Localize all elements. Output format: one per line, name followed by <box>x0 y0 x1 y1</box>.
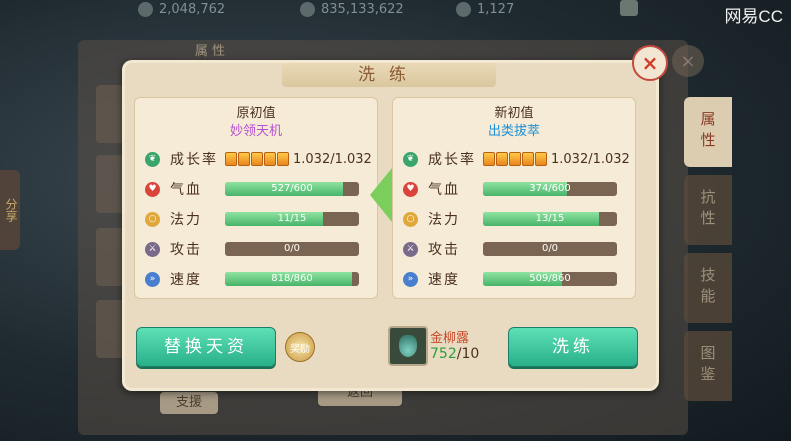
brand-watermark: 网易CC <box>724 7 783 26</box>
reward-coin-label: 奖励 <box>290 343 310 355</box>
original-talent: 妙领天机 <box>229 124 282 139</box>
new-values-panel: 新初值 出类拔萃 ❦ 成长率 1.032/1.032 ♥ 气血 374/600 … <box>392 97 636 299</box>
currency-jade-value: 1,127 <box>477 1 515 17</box>
tab-skills[interactable]: 技能 <box>684 253 732 323</box>
bag-icon[interactable] <box>620 0 638 16</box>
growth-label: 成长率 <box>170 152 218 168</box>
background-close-button[interactable]: × <box>672 45 704 77</box>
stat-bar: 13/15 <box>483 212 617 226</box>
original-stat-hp: ♥ 气血 527/600 <box>145 178 359 200</box>
tab-attributes[interactable]: 属性 <box>684 97 732 167</box>
stat-bar: 527/600 <box>225 182 359 196</box>
stat-label: 速度 <box>428 272 460 288</box>
gold-icon <box>300 1 315 17</box>
tab-collection-label: 图鉴 <box>698 345 717 387</box>
support-button[interactable]: 支援 <box>160 392 218 414</box>
stat-label: 气血 <box>428 182 460 198</box>
stat-bar-text: 0/0 <box>283 243 301 254</box>
stat-bar: 509/860 <box>483 272 617 286</box>
jade-icon <box>456 1 471 17</box>
original-stat-attack: ⚔ 攻击 0/0 <box>145 238 359 260</box>
sword-icon: ⚔ <box>403 241 418 257</box>
mana-icon: ○ <box>403 211 418 227</box>
stat-bar-text: 0/0 <box>541 243 559 254</box>
currency-jade: 1,127 <box>456 0 514 18</box>
stat-bar-text: 374/600 <box>529 183 571 194</box>
new-stat-speed: » 速度 509/860 <box>403 268 617 290</box>
dialog-title: 洗练 <box>282 63 496 87</box>
growth-icon: ❦ <box>145 151 160 167</box>
replace-talent-button[interactable]: 替换天资 <box>136 327 276 367</box>
stat-label: 速度 <box>170 272 202 288</box>
original-growth-value: 1.032/1.032 <box>293 151 372 167</box>
new-growth-value: 1.032/1.032 <box>551 151 630 167</box>
stat-bar-text: 11/15 <box>277 213 307 224</box>
growth-label: 成长率 <box>428 152 476 168</box>
item-count: 752/10 <box>430 346 479 362</box>
speed-icon: » <box>145 271 160 287</box>
stat-bar: 818/860 <box>225 272 359 286</box>
stat-label: 攻击 <box>170 242 202 258</box>
new-stat-hp: ♥ 气血 374/600 <box>403 178 617 200</box>
mana-icon: ○ <box>145 211 160 227</box>
stat-bar-text: 818/860 <box>271 273 313 284</box>
currency-silver-value: 2,048,762 <box>159 1 226 17</box>
arrow-left-icon <box>370 168 392 222</box>
new-panel-title: 新初值 <box>494 106 534 121</box>
reward-coin-icon[interactable]: 奖励 <box>285 332 315 362</box>
currency-silver: 2,048,762 <box>138 0 225 18</box>
item-count-required: /10 <box>456 346 480 362</box>
original-stat-mp: ○ 法力 11/15 <box>145 208 359 230</box>
close-button[interactable]: × <box>632 45 668 81</box>
stat-bar-text: 527/600 <box>271 183 313 194</box>
close-icon: × <box>680 50 696 72</box>
stat-bar: 0/0 <box>483 242 617 256</box>
growth-icon: ❦ <box>403 151 418 167</box>
refine-button[interactable]: 洗练 <box>508 327 638 367</box>
tab-resistance-label: 抗性 <box>698 189 717 231</box>
stat-label: 法力 <box>428 212 460 228</box>
stat-bar: 0/0 <box>225 242 359 256</box>
item-count-owned: 752 <box>430 346 457 362</box>
share-tab[interactable]: 分享 <box>0 170 20 250</box>
currency-bar: 2,048,762 835,133,622 1,127 <box>0 0 791 18</box>
original-panel-title: 原初值 <box>236 106 276 121</box>
sword-icon: ⚔ <box>145 241 160 257</box>
stat-bar: 11/15 <box>225 212 359 226</box>
tab-skills-label: 技能 <box>698 267 717 309</box>
original-growth-row: ❦ 成长率 1.032/1.032 <box>145 148 372 170</box>
background-title: 属 性 <box>194 44 226 59</box>
heart-icon: ♥ <box>145 181 160 197</box>
speed-icon: » <box>403 271 418 287</box>
original-values-panel: 原初值 妙领天机 ❦ 成长率 1.032/1.032 ♥ 气血 527/600 … <box>134 97 378 299</box>
new-stat-mp: ○ 法力 13/15 <box>403 208 617 230</box>
heart-icon: ♥ <box>403 181 418 197</box>
item-slot[interactable] <box>388 326 428 366</box>
new-talent: 出类拔萃 <box>487 124 540 139</box>
tab-attributes-label: 属性 <box>698 111 717 153</box>
tab-collection[interactable]: 图鉴 <box>684 331 732 401</box>
stat-bar: 374/600 <box>483 182 617 196</box>
stat-label: 攻击 <box>428 242 460 258</box>
vase-icon <box>399 335 417 357</box>
close-icon: × <box>641 51 659 75</box>
tab-resistance[interactable]: 抗性 <box>684 175 732 245</box>
growth-pips <box>483 152 547 166</box>
silver-coin-icon <box>138 1 153 17</box>
stat-label: 法力 <box>170 212 202 228</box>
item-name: 金柳露 <box>430 331 470 346</box>
new-growth-row: ❦ 成长率 1.032/1.032 <box>403 148 630 170</box>
new-stat-attack: ⚔ 攻击 0/0 <box>403 238 617 260</box>
stat-label: 气血 <box>170 182 202 198</box>
growth-pips <box>225 152 289 166</box>
currency-gold: 835,133,622 <box>300 0 404 18</box>
currency-gold-value: 835,133,622 <box>321 1 404 17</box>
original-stat-speed: » 速度 818/860 <box>145 268 359 290</box>
stat-bar-text: 509/860 <box>529 273 571 284</box>
stat-bar-text: 13/15 <box>535 213 565 224</box>
